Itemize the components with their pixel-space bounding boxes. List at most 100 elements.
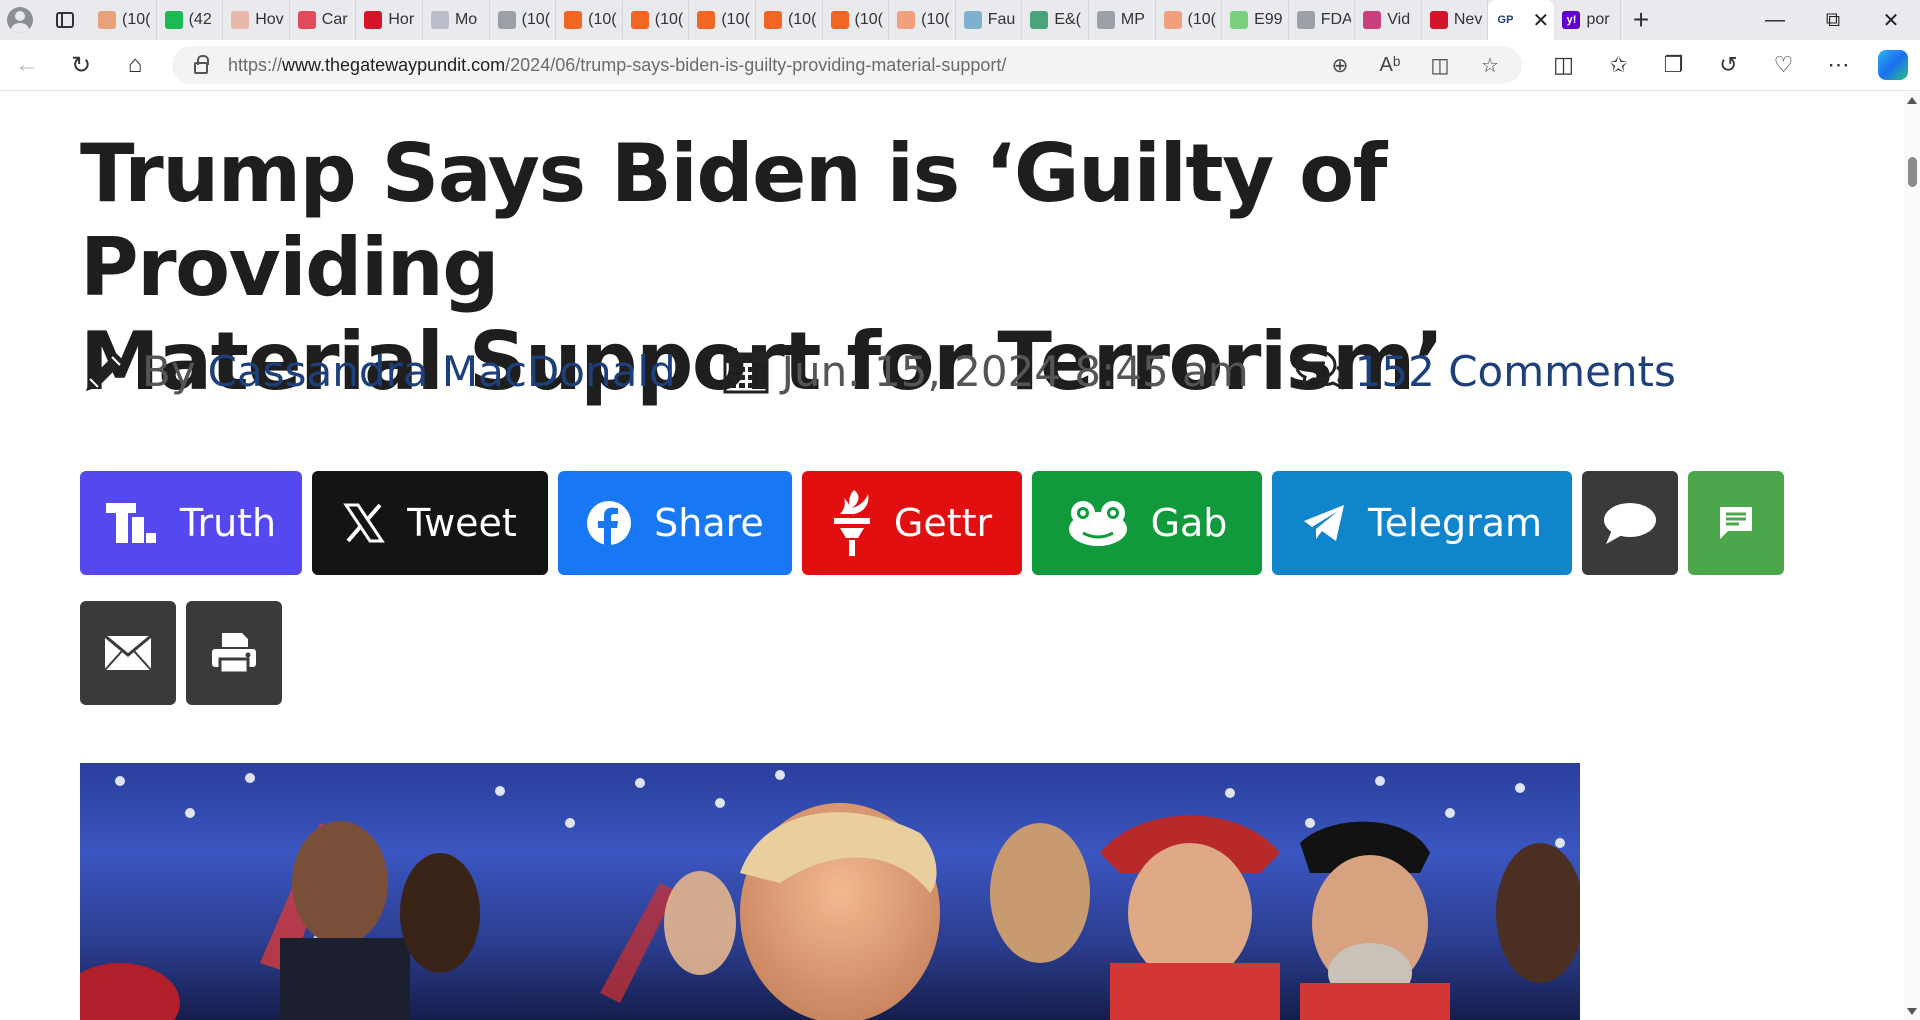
rally-photo-image: [80, 770, 1580, 1020]
settings-more-icon[interactable]: ⋯: [1811, 45, 1866, 85]
facebook-icon: [587, 501, 632, 546]
collections-icon[interactable]: ❐: [1646, 45, 1701, 85]
history-icon[interactable]: ↺: [1701, 45, 1756, 85]
tab-actions-button[interactable]: [40, 0, 90, 40]
tab-title: (10(: [854, 11, 883, 28]
telegram-icon: [1303, 505, 1344, 541]
back-button[interactable]: ←: [0, 40, 54, 90]
profile-avatar-icon: [7, 7, 33, 33]
browser-tab[interactable]: (10(: [556, 0, 623, 40]
comments-link[interactable]: 152 Comments: [1355, 347, 1676, 396]
browser-tab[interactable]: (10(: [623, 0, 690, 40]
gab-label: Gab: [1150, 501, 1228, 545]
tab-favicon-icon: [830, 11, 849, 29]
print-button[interactable]: [186, 601, 282, 705]
browser-tab[interactable]: (10(: [889, 0, 956, 40]
tab-title: por: [1586, 11, 1610, 28]
browser-tab[interactable]: E&(: [1022, 0, 1089, 40]
tab-title: FDA: [1320, 11, 1351, 28]
tab-favicon-icon: [1030, 11, 1049, 29]
browser-tab[interactable]: (10(: [756, 0, 823, 40]
by-label: By: [142, 346, 196, 396]
browser-tab[interactable]: (42: [157, 0, 224, 40]
browser-tab[interactable]: (10(: [689, 0, 756, 40]
envelope-icon: [104, 635, 152, 671]
article-photo: [80, 763, 1580, 1020]
telegram-share-button[interactable]: Telegram: [1272, 471, 1572, 575]
browser-tab[interactable]: (10(: [823, 0, 890, 40]
scroll-up-arrow-icon[interactable]: [1907, 97, 1917, 104]
comment-share-button[interactable]: [1582, 471, 1678, 575]
browser-tab[interactable]: Mo: [423, 0, 490, 40]
tab-title: Nev: [1453, 11, 1483, 28]
tab-favicon-icon: [231, 11, 250, 29]
tab-title: (10(: [588, 11, 617, 28]
author-link[interactable]: Cassandra MacDonald: [208, 347, 676, 396]
tab-title: (42: [188, 11, 212, 28]
url-text[interactable]: https://www.thegatewaypundit.com/2024/06…: [228, 55, 1006, 76]
browser-tab[interactable]: FDA: [1289, 0, 1356, 40]
read-aloud-icon[interactable]: Aᵇ: [1372, 47, 1408, 83]
facebook-share-button[interactable]: Share: [558, 471, 792, 575]
tab-favicon-icon: [297, 11, 316, 29]
address-bar[interactable]: https://www.thegatewaypundit.com/2024/06…: [172, 46, 1522, 84]
truth-share-button[interactable]: Truth: [80, 471, 302, 575]
browser-tab[interactable]: GPGP✕: [1488, 0, 1555, 40]
gab-share-button[interactable]: Gab: [1032, 471, 1262, 575]
sms-icon: [1720, 507, 1752, 539]
close-tab-icon[interactable]: ✕: [1532, 8, 1549, 33]
speech-bubble-icon: [1604, 503, 1656, 544]
browser-essentials-icon[interactable]: ♡: [1756, 45, 1811, 85]
tab-title: Hov: [255, 11, 284, 28]
tab-favicon-icon: [164, 11, 183, 29]
favorite-star-icon[interactable]: ☆: [1472, 47, 1508, 83]
browser-tab[interactable]: Fau: [956, 0, 1023, 40]
gettr-share-button[interactable]: Gettr: [802, 471, 1022, 575]
copilot-icon[interactable]: [1878, 50, 1908, 80]
browser-tab[interactable]: Car: [290, 0, 357, 40]
home-button[interactable]: ⌂: [108, 40, 162, 90]
url-path: /2024/06/trump-says-biden-is-guilty-prov…: [505, 54, 1007, 75]
tab-actions-icon: [56, 12, 74, 28]
minimize-button[interactable]: —: [1746, 0, 1804, 40]
immersive-reader-icon[interactable]: ◫: [1422, 47, 1458, 83]
browser-tab[interactable]: y! por: [1554, 0, 1622, 40]
refresh-button[interactable]: ↻: [54, 40, 108, 90]
gab-frog-icon: [1068, 501, 1127, 546]
browser-tab[interactable]: (10(: [90, 0, 157, 40]
browser-tab[interactable]: Vid: [1355, 0, 1422, 40]
email-share-button[interactable]: [80, 601, 176, 705]
sms-share-button[interactable]: [1688, 471, 1784, 575]
profile-button[interactable]: [0, 0, 40, 40]
restore-button[interactable]: ⧉: [1804, 0, 1862, 40]
tab-title: (10(: [122, 11, 151, 28]
tab-title: (10(: [787, 11, 817, 28]
split-screen-icon[interactable]: ◫: [1536, 45, 1591, 85]
tab-title: (10(: [654, 11, 684, 28]
tab-favicon-icon: [697, 11, 716, 29]
truth-label: Truth: [179, 501, 277, 545]
truth-social-icon: [105, 503, 156, 543]
new-tab-button[interactable]: +: [1621, 0, 1661, 40]
browser-tab[interactable]: MP: [1089, 0, 1156, 40]
favorites-icon[interactable]: ✩: [1591, 45, 1646, 85]
browser-tab[interactable]: Hov: [223, 0, 290, 40]
tweet-button[interactable]: Tweet: [312, 471, 548, 575]
browser-tab[interactable]: E99: [1222, 0, 1289, 40]
close-window-button[interactable]: ✕: [1862, 0, 1920, 40]
browser-tab[interactable]: (10(: [490, 0, 557, 40]
tab-favicon-icon: [1296, 11, 1315, 29]
scrollbar-thumb[interactable]: [1908, 157, 1917, 187]
browser-tab[interactable]: (10(: [1156, 0, 1223, 40]
browser-tab[interactable]: Hor: [356, 0, 423, 40]
scroll-down-arrow-icon[interactable]: [1907, 1008, 1917, 1015]
article-meta: By Cassandra MacDonald Jun. 15, 2024 8:4…: [80, 341, 1676, 401]
tab-favicon-icon: GP: [1497, 14, 1514, 26]
tab-favicon-icon: [1363, 11, 1382, 29]
zoom-icon[interactable]: ⊕: [1322, 47, 1358, 83]
tab-favicon-icon: [1096, 11, 1115, 29]
page-scrollbar[interactable]: [1904, 91, 1920, 1020]
tab-favicon-icon: [98, 11, 116, 29]
browser-tab[interactable]: Nev: [1422, 0, 1489, 40]
tab-favicon-icon: [897, 11, 916, 29]
